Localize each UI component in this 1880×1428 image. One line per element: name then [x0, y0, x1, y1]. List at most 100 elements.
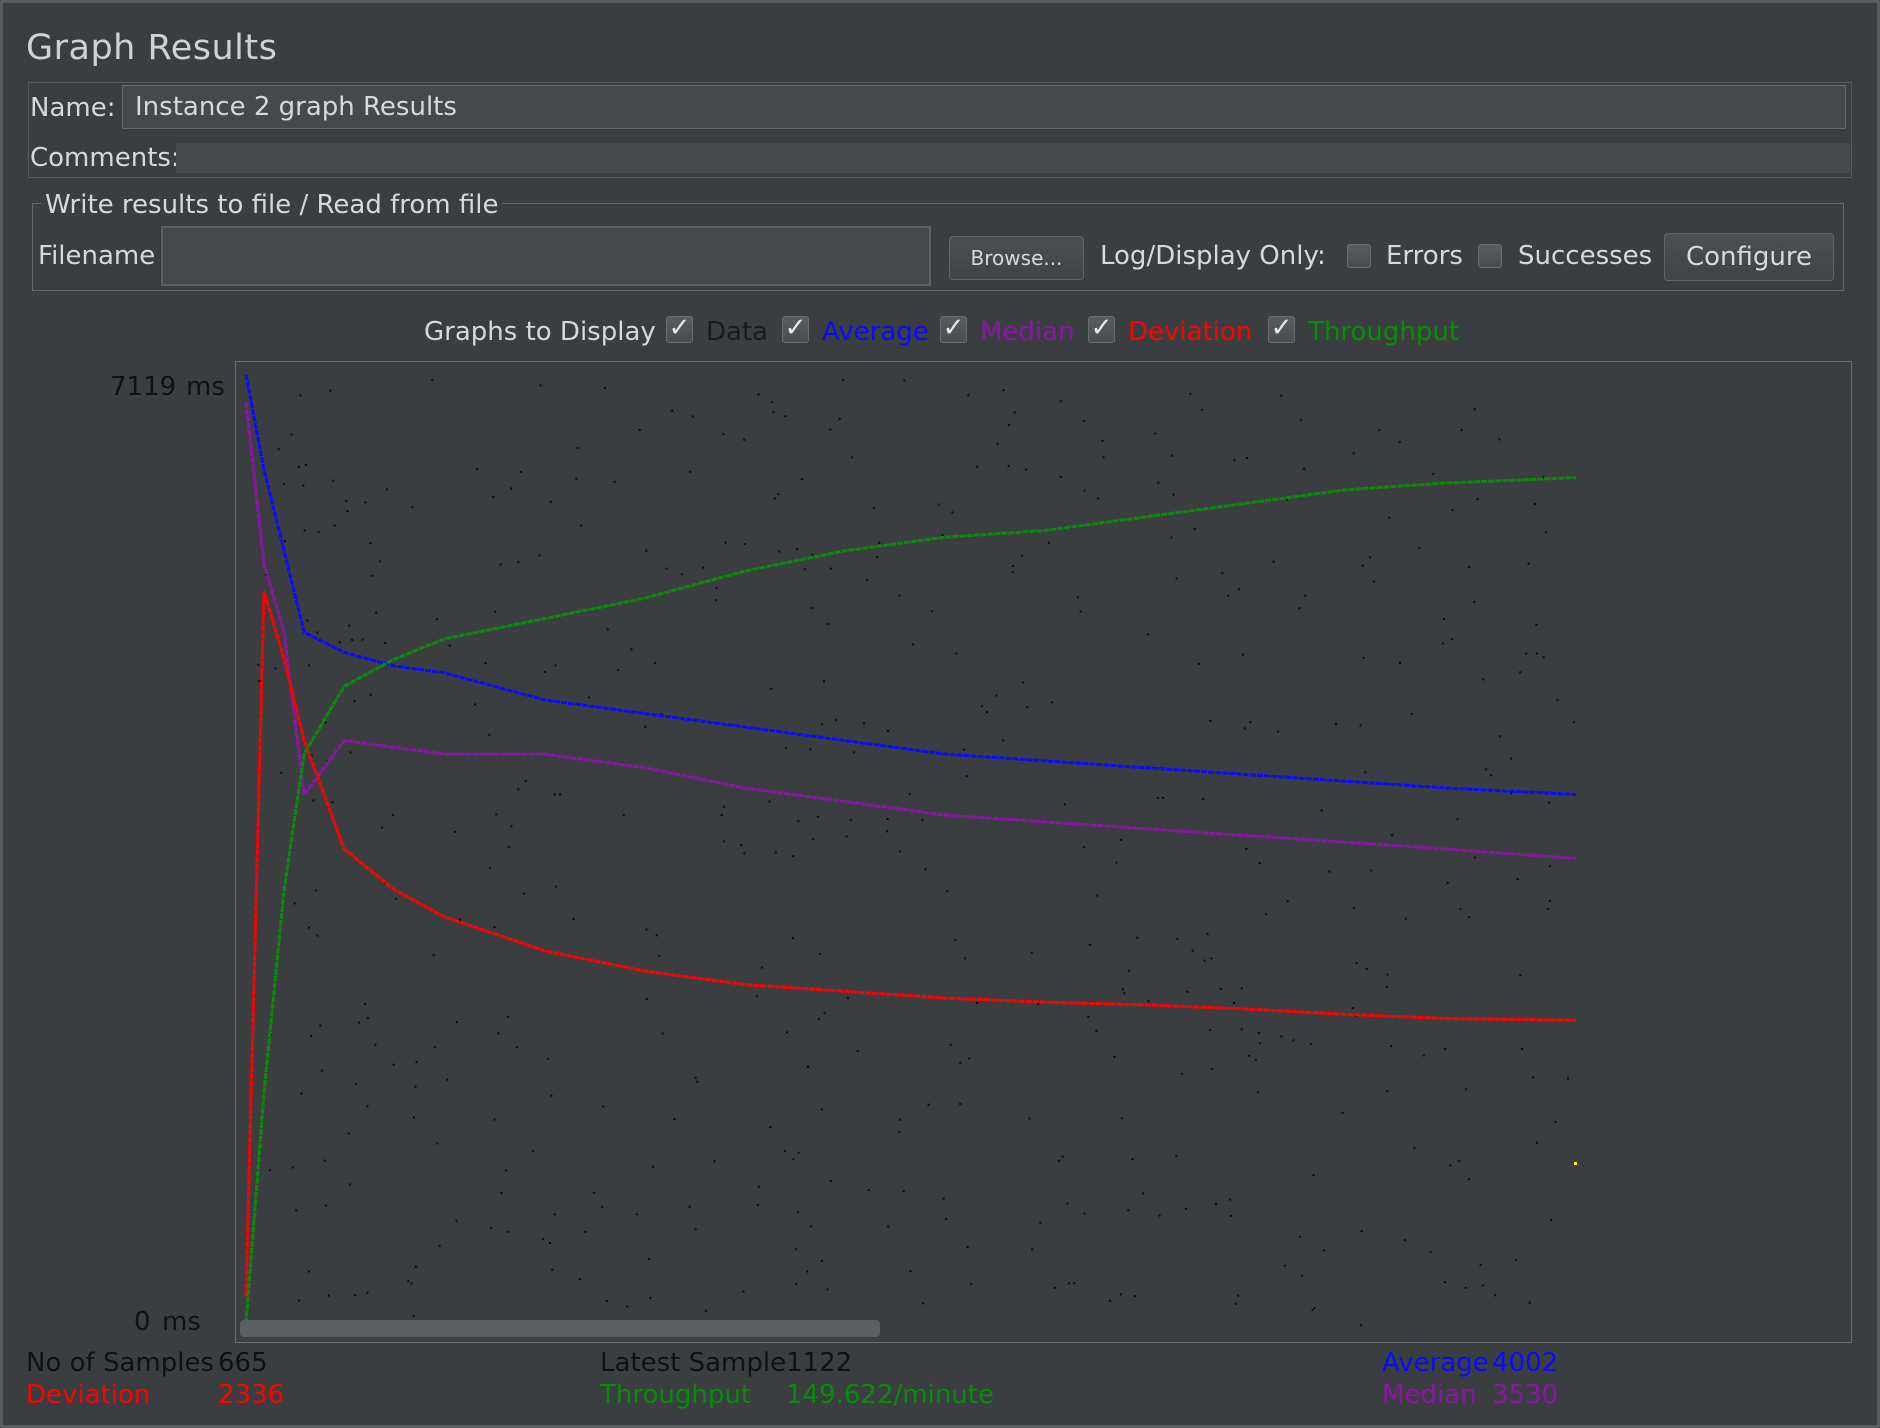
data-point — [1335, 723, 1337, 725]
data-point — [931, 610, 934, 613]
data-point — [768, 800, 771, 803]
data-point — [613, 480, 616, 483]
data-point — [1362, 656, 1365, 659]
data-point — [1467, 1178, 1470, 1181]
data-point — [1095, 1029, 1098, 1032]
data-point — [816, 815, 819, 818]
data-point — [1323, 1249, 1326, 1252]
data-point — [366, 1017, 369, 1020]
data-point — [1119, 838, 1122, 841]
data-point — [319, 1024, 322, 1027]
data-point — [1450, 638, 1453, 641]
data-point — [806, 1270, 809, 1273]
data-point — [290, 433, 293, 436]
data-point — [1191, 949, 1194, 952]
data-point — [505, 1169, 507, 1172]
data-point — [1240, 1028, 1243, 1031]
comments-input[interactable] — [176, 143, 1850, 173]
data-point — [1418, 546, 1421, 549]
data-point — [1519, 974, 1522, 977]
data-point — [1467, 916, 1470, 919]
data-point — [1026, 706, 1029, 709]
data-point — [1364, 771, 1367, 774]
data-checkbox[interactable]: ✓ — [666, 315, 693, 343]
data-point — [1219, 987, 1222, 990]
data-point — [909, 1269, 912, 1272]
data-point — [293, 902, 296, 905]
data-point — [791, 937, 794, 940]
data-point — [912, 643, 915, 646]
data-point — [740, 844, 743, 847]
name-input[interactable]: Instance 2 graph Results — [122, 85, 1846, 129]
data-point — [921, 819, 924, 822]
throughput-checkbox[interactable]: ✓ — [1268, 315, 1295, 343]
data-point — [1468, 566, 1471, 569]
data-point — [1514, 1259, 1517, 1261]
deviation-checkbox[interactable]: ✓ — [1088, 315, 1115, 343]
data-point — [1404, 917, 1407, 920]
data-point — [323, 1159, 326, 1162]
data-point — [1516, 878, 1519, 881]
data-point — [691, 415, 694, 418]
browse-button[interactable]: Browse... — [949, 236, 1084, 280]
data-point — [1245, 457, 1248, 459]
data-point — [756, 1204, 759, 1207]
data-point — [1031, 1248, 1034, 1251]
data-point — [1277, 730, 1279, 733]
data-point — [829, 428, 832, 431]
data-point — [1157, 481, 1160, 484]
average-checkbox[interactable]: ✓ — [782, 315, 809, 343]
data-point — [1088, 944, 1091, 946]
data-point — [661, 1032, 664, 1035]
data-point — [315, 889, 318, 892]
data-point — [681, 573, 684, 576]
data-point — [1485, 768, 1488, 771]
data-point — [280, 771, 283, 774]
data-point — [1133, 1295, 1136, 1298]
data-point — [796, 1211, 799, 1214]
y-axis-max-unit: ms — [186, 372, 225, 402]
data-point — [820, 1259, 823, 1262]
data-point — [849, 818, 852, 821]
data-point — [899, 850, 902, 853]
data-point — [792, 1158, 795, 1161]
data-point — [965, 775, 968, 778]
data-point — [1193, 527, 1196, 530]
data-point — [1535, 623, 1538, 626]
data-point — [333, 524, 336, 527]
samples-label: No of Samples — [26, 1348, 214, 1378]
data-point — [1097, 497, 1100, 500]
data-point — [769, 1126, 772, 1128]
data-point — [1370, 869, 1373, 872]
data-point — [942, 1197, 945, 1200]
configure-button[interactable]: Configure — [1664, 233, 1834, 281]
data-point — [493, 926, 496, 929]
data-point — [1388, 516, 1391, 519]
data-point — [1359, 1324, 1362, 1327]
data-point — [1022, 681, 1025, 684]
data-point — [645, 549, 648, 552]
data-point — [1121, 1117, 1124, 1120]
errors-checkbox[interactable] — [1347, 244, 1371, 268]
data-point — [722, 805, 725, 808]
filename-input[interactable] — [161, 226, 931, 286]
data-point — [1460, 429, 1463, 432]
horizontal-scrollbar[interactable] — [240, 1320, 880, 1337]
data-point — [784, 415, 787, 418]
data-point — [1066, 1202, 1069, 1205]
successes-checkbox[interactable] — [1478, 244, 1502, 268]
data-point — [959, 1061, 962, 1064]
data-point — [872, 507, 875, 510]
data-point — [924, 868, 927, 871]
data-point — [1285, 499, 1288, 501]
log-display-label: Log/Display Only: — [1100, 241, 1326, 271]
data-point — [946, 890, 949, 893]
data-point — [1007, 424, 1010, 426]
data-point — [1176, 937, 1179, 940]
data-point — [374, 1043, 377, 1046]
data-point — [1061, 1155, 1064, 1158]
median-checkbox[interactable]: ✓ — [940, 315, 967, 343]
data-point — [1283, 1264, 1286, 1267]
data-point — [354, 1294, 357, 1296]
data-point — [829, 1179, 832, 1182]
